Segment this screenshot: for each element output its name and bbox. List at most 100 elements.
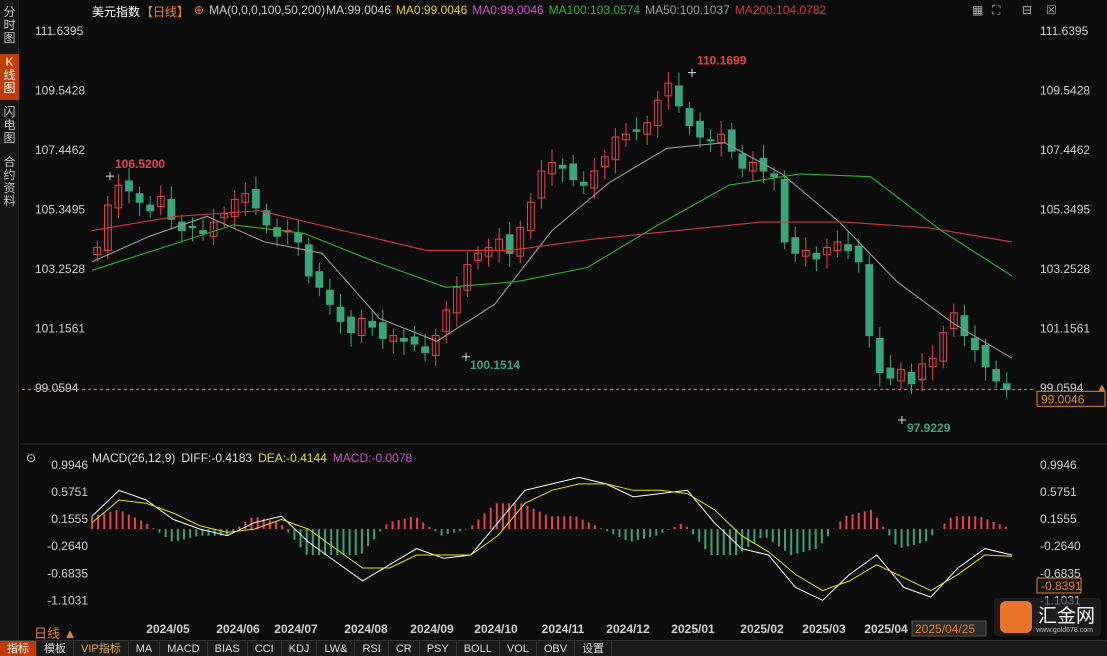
tab-lw[interactable]: LW& [317,641,356,656]
candle-body [907,371,916,385]
y-tick-right: 105.3495 [1040,202,1090,216]
y-tick-left: 99.0594 [35,381,79,395]
candle-body [992,369,1001,382]
macd-y-tick-right: -0.2640 [1040,539,1081,553]
date-tooltip-label: 2025/04/25 [915,622,975,636]
indicator-tabbar: 指标 模板 VIP指标 MA MACD BIAS CCI KDJ LW& RSI… [0,640,1107,656]
macd-y-tick-left: 0.9946 [51,458,88,472]
y-tick-right: 107.4462 [1040,143,1090,157]
y-tick-left: 109.5428 [35,83,85,97]
tab-psy[interactable]: PSY [420,641,457,656]
candle-body [326,289,334,305]
tab-obv[interactable]: OBV [537,641,576,656]
price-arrow-icon: ▲ [1096,380,1107,394]
x-tick-label: 2025/03 [802,622,846,636]
tab-cr[interactable]: CR [389,641,420,656]
tab-settings[interactable]: 设置 [575,641,613,656]
candle-body [780,179,789,243]
candle-body [675,85,683,107]
y-tick-left: 103.2528 [35,262,85,276]
macd-y-tick-left: -1.1031 [47,593,88,607]
candle-body [378,322,387,339]
x-tick-label: 2025/02 [740,622,784,636]
y-tick-right: 101.1561 [1040,321,1090,335]
candle-body [886,367,895,379]
x-tick-label: 2024/05 [146,622,190,636]
x-tick-label: 2024/10 [474,622,518,636]
y-tick-left: 105.3495 [35,202,85,216]
tab-cci[interactable]: CCI [248,641,282,656]
y-tick-left: 111.6395 [35,24,84,38]
annotation-label: 100.1514 [470,358,520,372]
tab-bias[interactable]: BIAS [208,641,248,656]
candle-body [854,245,863,263]
candle-body [1002,383,1011,390]
price-chart[interactable]: 111.6395 111.6395 109.5428 109.5428 107.4462… [0,0,1107,640]
candle-body [125,180,133,192]
x-tick-label: 2024/06 [216,622,260,636]
macd-y-tick-right: 0.1555 [1040,512,1077,526]
tab-boll[interactable]: BOLL [457,641,500,656]
macd-y-tick-right: 0.5751 [1040,485,1077,499]
candle-body [685,108,694,127]
tab-templates[interactable]: 模板 [37,641,74,656]
tab-vol[interactable]: VOL [500,641,537,656]
tab-rsi[interactable]: RSI [355,641,389,656]
candle-body [347,316,355,334]
macd-y-tick-left: 0.5751 [51,485,88,499]
annotation-label: 97.9229 [907,421,951,435]
x-tick-label: 2024/11 [542,622,585,636]
logo: 汇金网 www.gold678.com [993,598,1101,636]
candle-body [738,153,747,169]
x-tick-label: 2024/08 [344,622,388,636]
candle-body [252,188,260,209]
annotation-label: 106.5200 [115,157,165,171]
x-tick-label: 2024/09 [410,622,454,636]
candle-body [400,337,408,342]
candle-body [579,181,588,186]
macd-y-tick-left: 0.1555 [51,512,88,526]
y-tick-right: 109.5428 [1040,83,1090,97]
tab-vip[interactable]: VIP指标 [74,641,129,656]
candle-body [971,337,979,351]
tab-kdj[interactable]: KDJ [282,641,318,656]
candle-body [706,139,715,142]
logo-text: 汇金网 [1037,606,1095,627]
candle-body [812,252,821,260]
candle-body [632,129,641,132]
candle-body [273,227,281,237]
candle-body [770,173,778,178]
macd-y-tick-right: 0.9946 [1040,458,1077,472]
y-tick-right: 111.6395 [1040,24,1089,38]
candle-body [336,306,345,322]
macd-y-tick-left: -0.6835 [47,566,88,580]
logo-mark-icon [999,601,1032,633]
candle-body [875,337,884,373]
tab-macd[interactable]: MACD [160,641,208,656]
candle-body [981,344,990,368]
candle-body [865,264,874,337]
candle-body [696,120,704,138]
macd-diff-line [91,476,1013,601]
macd-dea-line [91,483,1013,592]
candle-body [304,244,313,277]
y-tick-left: 107.4462 [35,143,85,157]
macd-current-label: -0.8391 [1041,579,1082,593]
candle-body [135,193,144,203]
y-tick-left: 101.1561 [35,321,85,335]
candle-body [844,244,852,251]
x-tick-label: 2025/01 [671,622,715,636]
macd-y-tick-left: -0.2640 [47,539,88,553]
candle-body [410,336,419,345]
candle-body [791,237,800,254]
tab-ma[interactable]: MA [129,641,161,656]
candle-body [558,164,567,169]
annotation-label: 110.1699 [697,54,747,68]
candle-body [315,271,324,288]
tab-indicators[interactable]: 指标 [0,641,37,656]
x-tick-label: 2025/04 [864,622,908,636]
candle-body [421,346,429,354]
candle-body [146,204,155,212]
current-price-label: 99.0046 [1041,392,1085,406]
x-tick-label: 2024/07 [274,622,318,636]
